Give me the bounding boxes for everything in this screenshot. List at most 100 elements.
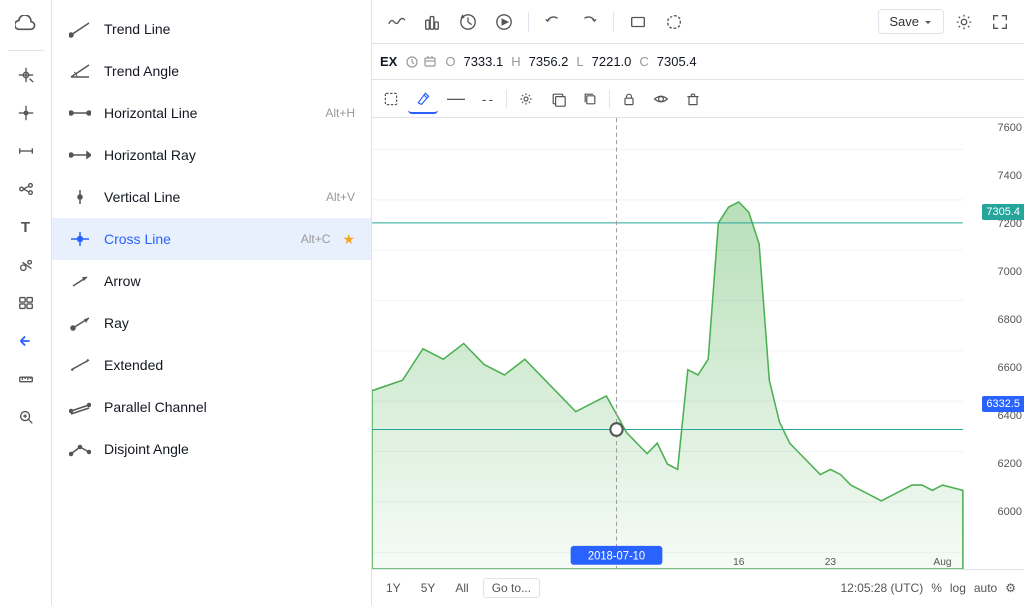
- select-tool-btn[interactable]: [376, 84, 406, 114]
- sidebar-item-trend-line[interactable]: Trend Line: [52, 8, 371, 50]
- ohlc-close-value: 7305.4: [657, 54, 697, 69]
- drawing-toolbar: — - -: [372, 80, 1024, 118]
- cross-line-star[interactable]: ★: [342, 231, 355, 248]
- sidebar: Trend Line Trend Angle Horizontal Line A…: [52, 0, 372, 605]
- draw-sep-2: [609, 90, 610, 108]
- draw-settings-btn[interactable]: [511, 84, 541, 114]
- cross-line-icon: [68, 227, 92, 251]
- solid-line-btn[interactable]: —: [440, 84, 470, 114]
- sidebar-item-vertical-line[interactable]: Vertical Line Alt+V: [52, 176, 371, 218]
- ray-icon: [68, 311, 92, 335]
- layer-tool-btn[interactable]: [543, 84, 573, 114]
- horizontal-ray-label: Horizontal Ray: [104, 147, 355, 163]
- lasso-btn[interactable]: [658, 6, 690, 38]
- delete-tool-btn[interactable]: [678, 84, 708, 114]
- ohlc-symbol: EX: [380, 54, 397, 69]
- ohlc-close-label: C: [639, 54, 648, 69]
- disjoint-angle-label: Disjoint Angle: [104, 441, 355, 457]
- bar-chart-btn[interactable]: [416, 6, 448, 38]
- cross-line-label: Cross Line: [104, 231, 289, 247]
- zoom-icon[interactable]: [8, 399, 44, 435]
- ohlc-low-value: 7221.0: [592, 54, 632, 69]
- pencil-tool-btn[interactable]: [408, 84, 438, 114]
- period-5y[interactable]: 5Y: [415, 579, 442, 597]
- vertical-line-shortcut: Alt+V: [326, 190, 355, 204]
- sidebar-item-trend-angle[interactable]: Trend Angle: [52, 50, 371, 92]
- extended-label: Extended: [104, 357, 355, 373]
- chart-svg: 2018-07-10 16 23 Aug: [372, 118, 1024, 569]
- vertical-line-label: Vertical Line: [104, 189, 314, 205]
- clock-btn[interactable]: [452, 6, 484, 38]
- sidebar-item-disjoint-angle[interactable]: Disjoint Angle: [52, 428, 371, 470]
- dash-line-btn[interactable]: - -: [472, 84, 502, 114]
- arrow-icon: [68, 269, 92, 293]
- main-area: Save EX: [372, 0, 1024, 605]
- trend-line-label: Trend Line: [104, 21, 355, 37]
- ohlc-icons: [405, 55, 437, 69]
- rectangle-btn[interactable]: [622, 6, 654, 38]
- node-icon[interactable]: [8, 171, 44, 207]
- horizontal-line-icon: [68, 101, 92, 125]
- cloud-icon[interactable]: [8, 8, 44, 44]
- layout-icon[interactable]: [8, 285, 44, 321]
- sidebar-item-arrow[interactable]: Arrow: [52, 260, 371, 302]
- chart-fill: [372, 202, 963, 569]
- ohlc-high-value: 7356.2: [529, 54, 569, 69]
- left-toolbar: T: [0, 0, 52, 605]
- parallel-channel-icon: [68, 395, 92, 419]
- date-label-23: 23: [825, 557, 837, 568]
- ohlc-bar: EX O 7333.1 H 7356.2 L 7221.0 C 7305.4: [372, 44, 1024, 80]
- lock-tool-btn[interactable]: [614, 84, 644, 114]
- back-arrow-icon[interactable]: [8, 323, 44, 359]
- redo-btn[interactable]: [573, 6, 605, 38]
- sidebar-item-ray[interactable]: Ray: [52, 302, 371, 344]
- play-btn[interactable]: [488, 6, 520, 38]
- copy-tool-btn[interactable]: [575, 84, 605, 114]
- crosshair-date-text: 2018-07-10: [588, 550, 645, 562]
- date-label-16: 16: [733, 557, 745, 568]
- bottom-bar: 1Y 5Y All Go to... 12:05:28 (UTC) % log …: [372, 569, 1024, 605]
- cross-line-shortcut: Alt+C: [301, 232, 331, 246]
- sidebar-item-horizontal-ray[interactable]: Horizontal Ray: [52, 134, 371, 176]
- trend-angle-icon: [68, 59, 92, 83]
- horizontal-line-shortcut: Alt+H: [325, 106, 355, 120]
- expand-btn[interactable]: [984, 6, 1016, 38]
- log-btn[interactable]: log: [950, 581, 966, 595]
- disjoint-angle-icon: [68, 437, 92, 461]
- date-label-aug: Aug: [933, 557, 951, 568]
- sidebar-item-cross-line[interactable]: Cross Line Alt+C ★: [52, 218, 371, 260]
- settings-btn[interactable]: [948, 6, 980, 38]
- draw-sep-1: [506, 90, 507, 108]
- eye-tool-btn[interactable]: [646, 84, 676, 114]
- wave-btn[interactable]: [380, 6, 412, 38]
- bottom-settings-btn[interactable]: ⚙: [1005, 581, 1016, 595]
- chart-area[interactable]: 2018-07-10 16 23 Aug 7600 7400 7200 7000…: [372, 118, 1024, 569]
- trend-line-icon: [68, 17, 92, 41]
- vertical-line-icon: [68, 185, 92, 209]
- save-button[interactable]: Save: [878, 9, 944, 34]
- sidebar-item-extended[interactable]: Extended: [52, 344, 371, 386]
- parallel-channel-label: Parallel Channel: [104, 399, 355, 415]
- separator-1: [528, 12, 529, 32]
- ruler-icon[interactable]: [8, 361, 44, 397]
- horizontal-line-label: Horizontal Line: [104, 105, 313, 121]
- percent-btn[interactable]: %: [931, 581, 942, 595]
- extended-icon: [68, 353, 92, 377]
- period-1y[interactable]: 1Y: [380, 579, 407, 597]
- text-icon[interactable]: T: [8, 209, 44, 245]
- bottom-bar-right: 12:05:28 (UTC) % log auto ⚙: [840, 581, 1016, 595]
- shape-icon[interactable]: [8, 247, 44, 283]
- ray-label: Ray: [104, 315, 355, 331]
- crosshair-add-icon[interactable]: [8, 57, 44, 93]
- ohlc-open-label: O: [445, 54, 455, 69]
- sidebar-item-horizontal-line[interactable]: Horizontal Line Alt+H: [52, 92, 371, 134]
- goto-btn[interactable]: Go to...: [483, 578, 540, 598]
- arrow-label: Arrow: [104, 273, 355, 289]
- sidebar-item-parallel-channel[interactable]: Parallel Channel: [52, 386, 371, 428]
- measure-icon[interactable]: [8, 133, 44, 169]
- period-all[interactable]: All: [449, 579, 474, 597]
- auto-btn[interactable]: auto: [974, 581, 997, 595]
- undo-btn[interactable]: [537, 6, 569, 38]
- horizontal-ray-icon: [68, 143, 92, 167]
- crosshair-icon[interactable]: [8, 95, 44, 131]
